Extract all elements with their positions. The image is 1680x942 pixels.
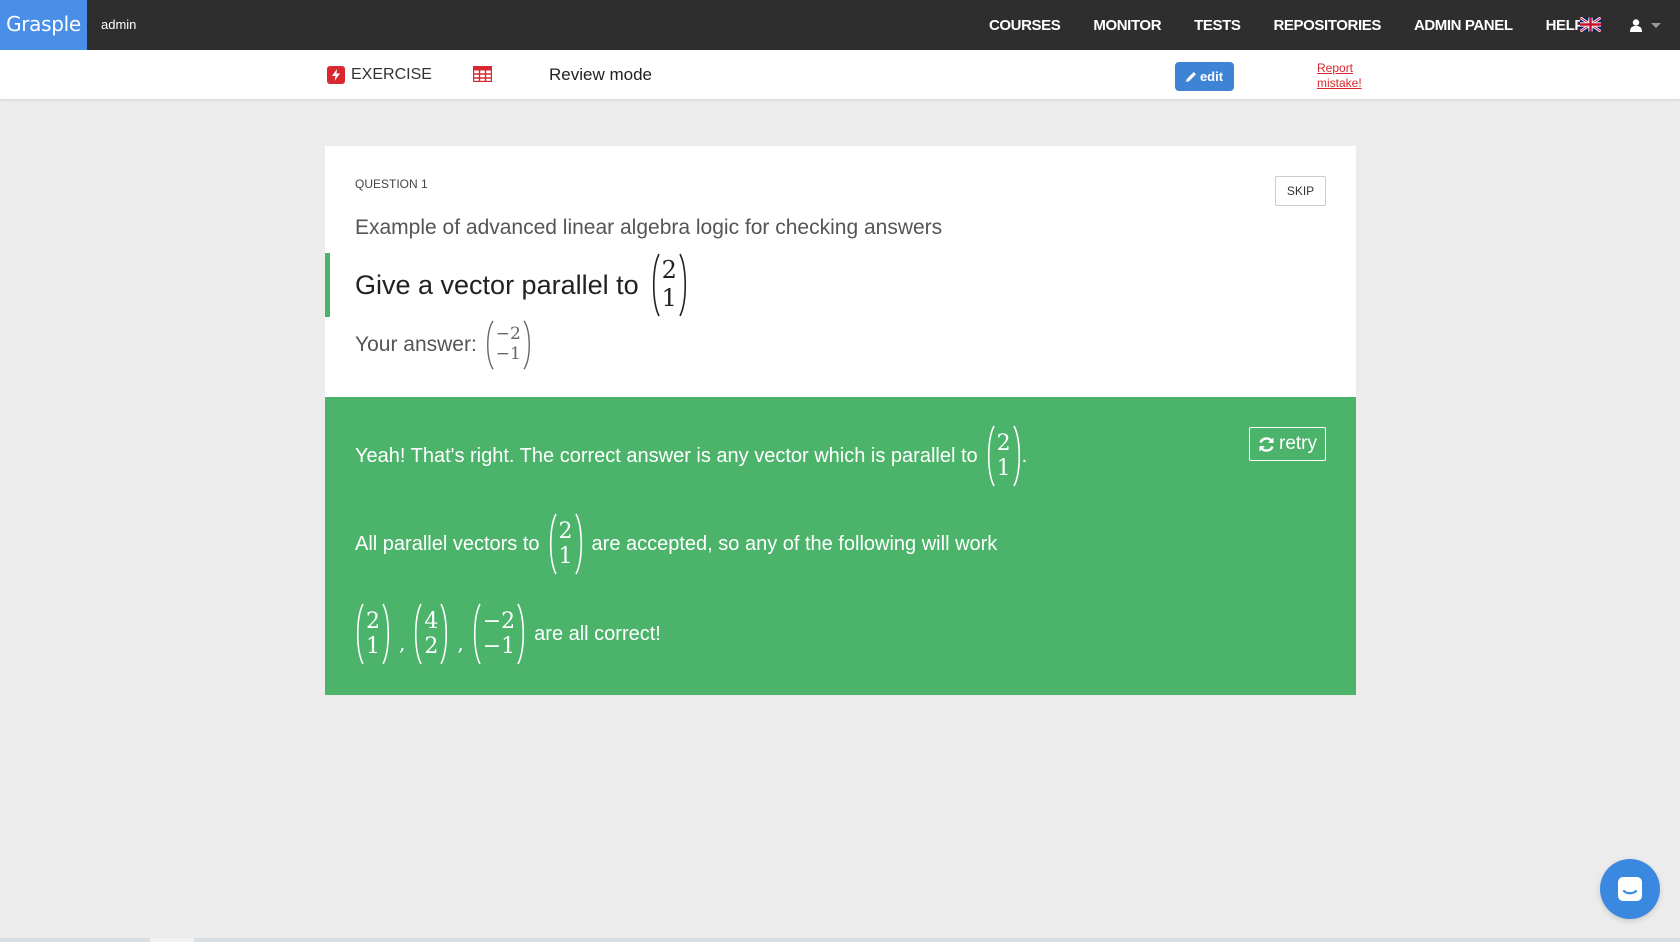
nav-help[interactable]: HELP: [1546, 17, 1585, 34]
report-mistake-link[interactable]: Report mistake!: [1317, 61, 1377, 91]
question-card: QUESTION 1 SKIP Example of advanced line…: [325, 146, 1356, 695]
answer-label: Your answer:: [355, 333, 477, 356]
table-icon[interactable]: [473, 66, 492, 82]
feedback-text-1: Yeah! That's right. The correct answer i…: [355, 444, 978, 467]
feedback-vector-2: 2 1: [548, 513, 584, 575]
vector-entry: 2: [366, 608, 380, 634]
retry-button[interactable]: retry: [1249, 427, 1326, 461]
edit-button[interactable]: edit: [1175, 62, 1234, 91]
edit-label: edit: [1199, 69, 1224, 84]
lightning-icon: [327, 66, 345, 84]
page-footer-bar: [0, 938, 1680, 942]
feedback-period: .: [1021, 444, 1028, 467]
feedback-line-3: 2 1 , 4 2 , −2 −1 are all correct!: [355, 603, 661, 665]
prompt-text: Give a vector parallel to: [355, 269, 639, 300]
question-number: QUESTION 1: [355, 177, 428, 191]
nav-courses[interactable]: COURSES: [989, 17, 1061, 34]
vector-entry: 4: [424, 608, 439, 634]
vector-entry: −1: [482, 634, 516, 659]
comma-separator: ,: [457, 631, 464, 655]
exercise-tab[interactable]: EXERCISE: [327, 50, 432, 100]
feedback-line-1: Yeah! That's right. The correct answer i…: [355, 425, 1027, 487]
vector-entry: 2: [661, 256, 677, 285]
top-navbar: Grasple admin COURSES MONITOR TESTS REPO…: [0, 0, 1680, 50]
vector-entry: 1: [996, 456, 1011, 481]
nav-repositories[interactable]: REPOSITORIES: [1273, 17, 1381, 34]
comma-separator: ,: [399, 631, 406, 655]
vector-entry: 1: [661, 284, 677, 312]
example-vector-3: −2 −1: [472, 603, 526, 665]
user-menu[interactable]: [1630, 16, 1666, 34]
feedback-text-3: are all correct!: [534, 622, 661, 645]
vector-entry: −2: [482, 608, 516, 634]
chat-icon: [1618, 877, 1642, 901]
vector-entry: 2: [424, 634, 439, 659]
vector-entry: 1: [558, 544, 573, 569]
main-nav: COURSES MONITOR TESTS REPOSITORIES ADMIN…: [989, 0, 1584, 50]
question-title: Example of advanced linear algebra logic…: [355, 216, 943, 239]
example-vector-2: 4 2: [413, 603, 449, 665]
user-icon: [1630, 18, 1642, 32]
current-user: admin: [101, 17, 137, 32]
exercise-toolbar: EXERCISE Review mode edit Report mistake…: [0, 50, 1680, 100]
caret-down-icon: [1651, 23, 1661, 28]
feedback-text-2a: All parallel vectors to: [355, 532, 540, 555]
brand-logo[interactable]: Grasple: [0, 0, 87, 50]
nav-admin-panel[interactable]: ADMIN PANEL: [1414, 17, 1513, 34]
chat-launcher-button[interactable]: [1600, 859, 1660, 919]
exercise-label: EXERCISE: [351, 66, 432, 83]
refresh-icon: [1259, 436, 1274, 452]
pencil-icon: [1185, 72, 1196, 82]
vector-entry: 2: [558, 518, 573, 544]
retry-label: retry: [1279, 433, 1317, 454]
nav-tests[interactable]: TESTS: [1194, 17, 1241, 34]
prompt-vector: 2 1: [651, 253, 688, 317]
feedback-text-2b: are accepted, so any of the following wi…: [591, 532, 998, 555]
question-panel: QUESTION 1 SKIP Example of advanced line…: [325, 146, 1356, 397]
nav-monitor[interactable]: MONITOR: [1093, 17, 1161, 34]
review-mode-label: Review mode: [549, 65, 652, 84]
uk-flag-icon[interactable]: [1580, 17, 1601, 32]
feedback-line-2: All parallel vectors to 2 1 are accepted…: [355, 513, 997, 575]
example-vector-1: 2 1: [355, 603, 391, 665]
your-answer: Your answer: −2 −1: [355, 318, 532, 372]
vector-entry: 1: [366, 634, 380, 659]
vector-entry: 2: [996, 430, 1011, 456]
feedback-panel: retry Yeah! That's right. The correct an…: [325, 397, 1356, 695]
answer-vector: −2 −1: [485, 320, 532, 370]
question-prompt: Give a vector parallel to 2 1: [325, 253, 1025, 317]
vector-entry: −1: [495, 344, 521, 364]
feedback-vector-1: 2 1: [986, 425, 1022, 487]
skip-button[interactable]: SKIP: [1275, 176, 1326, 206]
footer-segment: [150, 938, 194, 942]
vector-entry: −2: [495, 324, 521, 345]
